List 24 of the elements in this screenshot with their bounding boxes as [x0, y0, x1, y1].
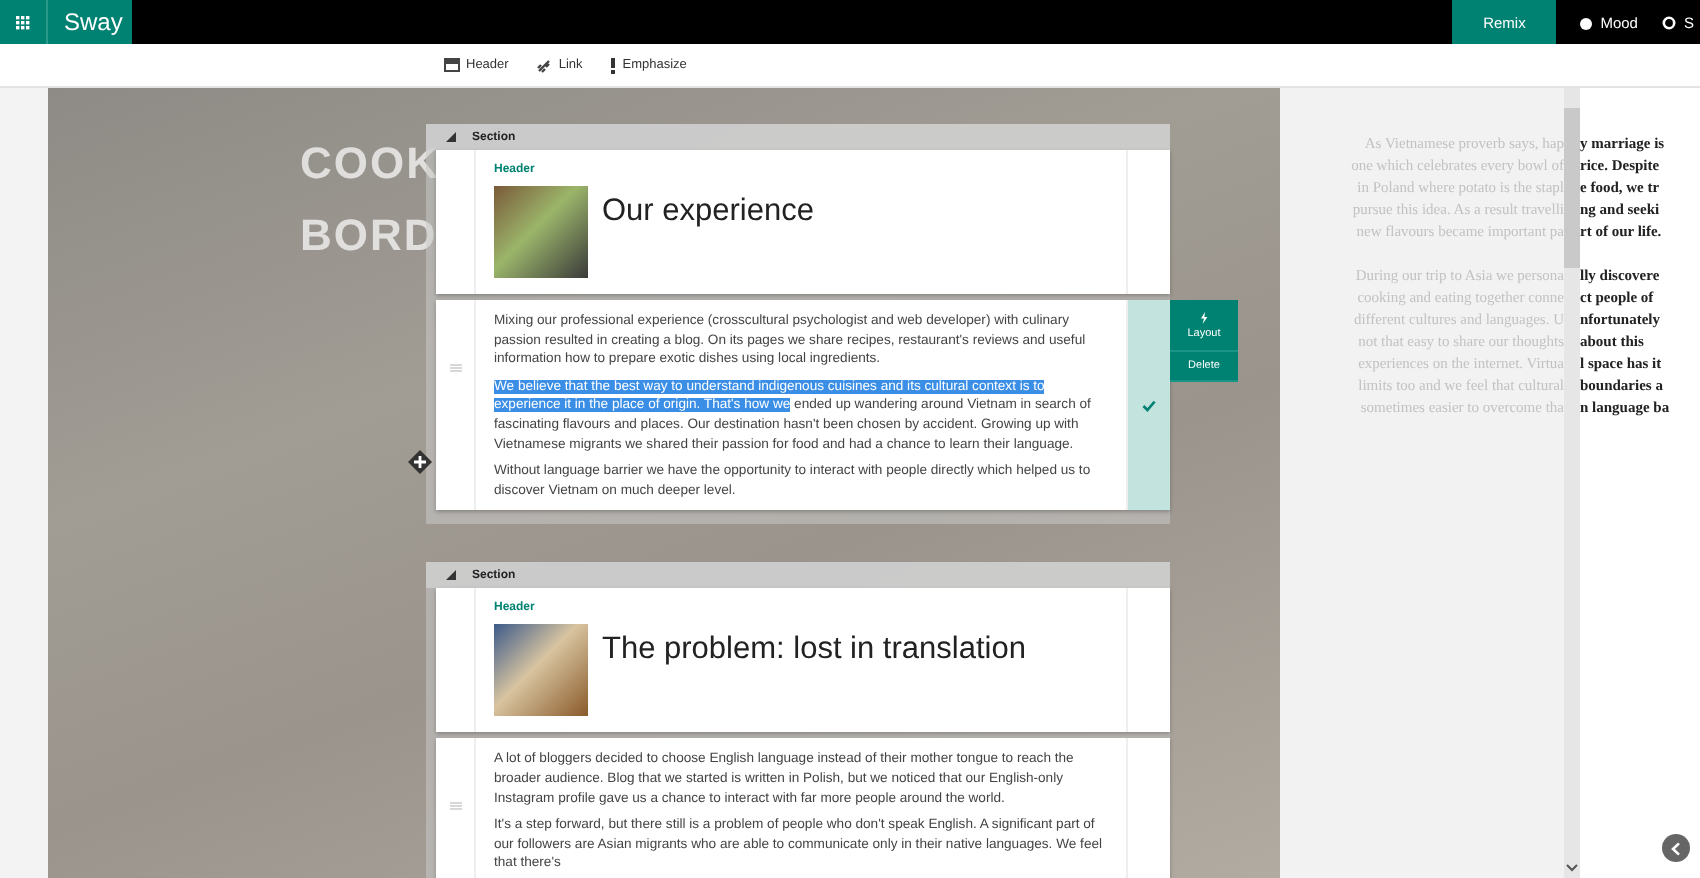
scrollbar-thumb[interactable]	[1564, 108, 1580, 268]
card-margin	[1126, 150, 1170, 294]
header-icon	[444, 58, 460, 72]
text-card[interactable]	[436, 738, 1170, 878]
app-launcher-button[interactable]	[0, 0, 48, 44]
triangle-icon[interactable]	[446, 132, 456, 142]
add-icon[interactable]	[408, 450, 432, 474]
drag-handle-icon[interactable]	[449, 364, 461, 372]
bolt-icon	[1200, 311, 1208, 323]
triangle-icon[interactable]	[446, 570, 456, 581]
check-icon	[1142, 399, 1156, 412]
drag-handle-icon[interactable]	[449, 802, 461, 811]
collapse-button[interactable]	[1662, 834, 1690, 862]
chevron-left-icon	[1670, 841, 1682, 855]
photo-placeholder	[494, 186, 588, 278]
drop-icon	[1580, 15, 1593, 29]
section-title: The problem: lost in translation	[602, 630, 1026, 669]
app-name[interactable]: Sway	[48, 0, 132, 44]
exclamation-icon	[610, 57, 617, 73]
photo-placeholder	[494, 624, 588, 717]
chevron-down-icon[interactable]	[1566, 864, 1578, 872]
scrollbar[interactable]	[1564, 88, 1580, 878]
section-title: Our experience	[602, 192, 814, 230]
grid-icon	[16, 15, 30, 29]
